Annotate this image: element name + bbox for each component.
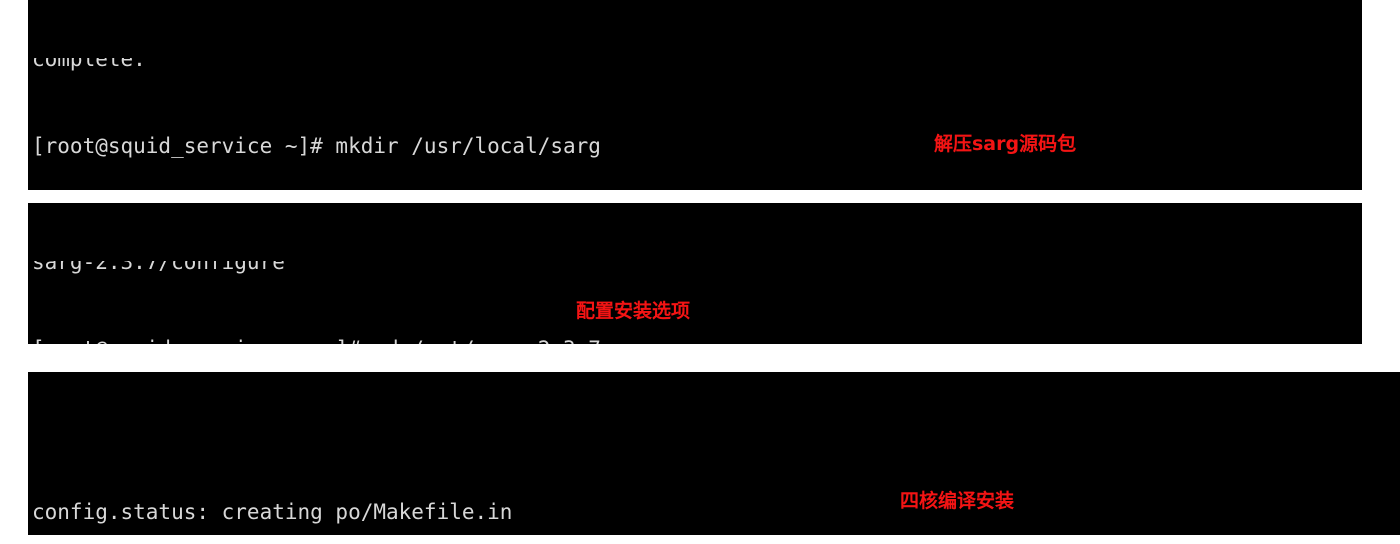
terminal-block-1[interactable]: complete. [root@squid_service ~]# mkdir … [28,0,1362,190]
terminal-block-2[interactable]: sarg-2.3.7/configure [root@squid_service… [28,203,1362,344]
terminal-block-3[interactable]: config.status: creating po/Makefile.in c… [28,372,1400,535]
terminal-line: [root@squid_service ~]# mkdir /usr/local… [32,134,601,158]
terminal-line: config.status: creating po/Makefile.in [32,500,513,524]
terminal-line: [root@squid_service sarg]# cd /opt/sarg-… [32,335,1362,344]
terminal-clipped-text: sarg-2.3.7/configure [32,261,285,274]
annotation-configure-options: 配置安装选项 [576,300,691,322]
terminal-top-padding [32,430,1400,440]
terminal-clipped-line: sarg-2.3.7/configure [32,261,1362,277]
annotation-compile-install: 四核编译安装 [900,490,1015,512]
terminal-clipped-text: complete. [32,58,146,71]
terminal-clipped-line: complete. [32,58,1362,74]
annotation-extract-source: 解压sarg源码包 [934,133,1077,155]
